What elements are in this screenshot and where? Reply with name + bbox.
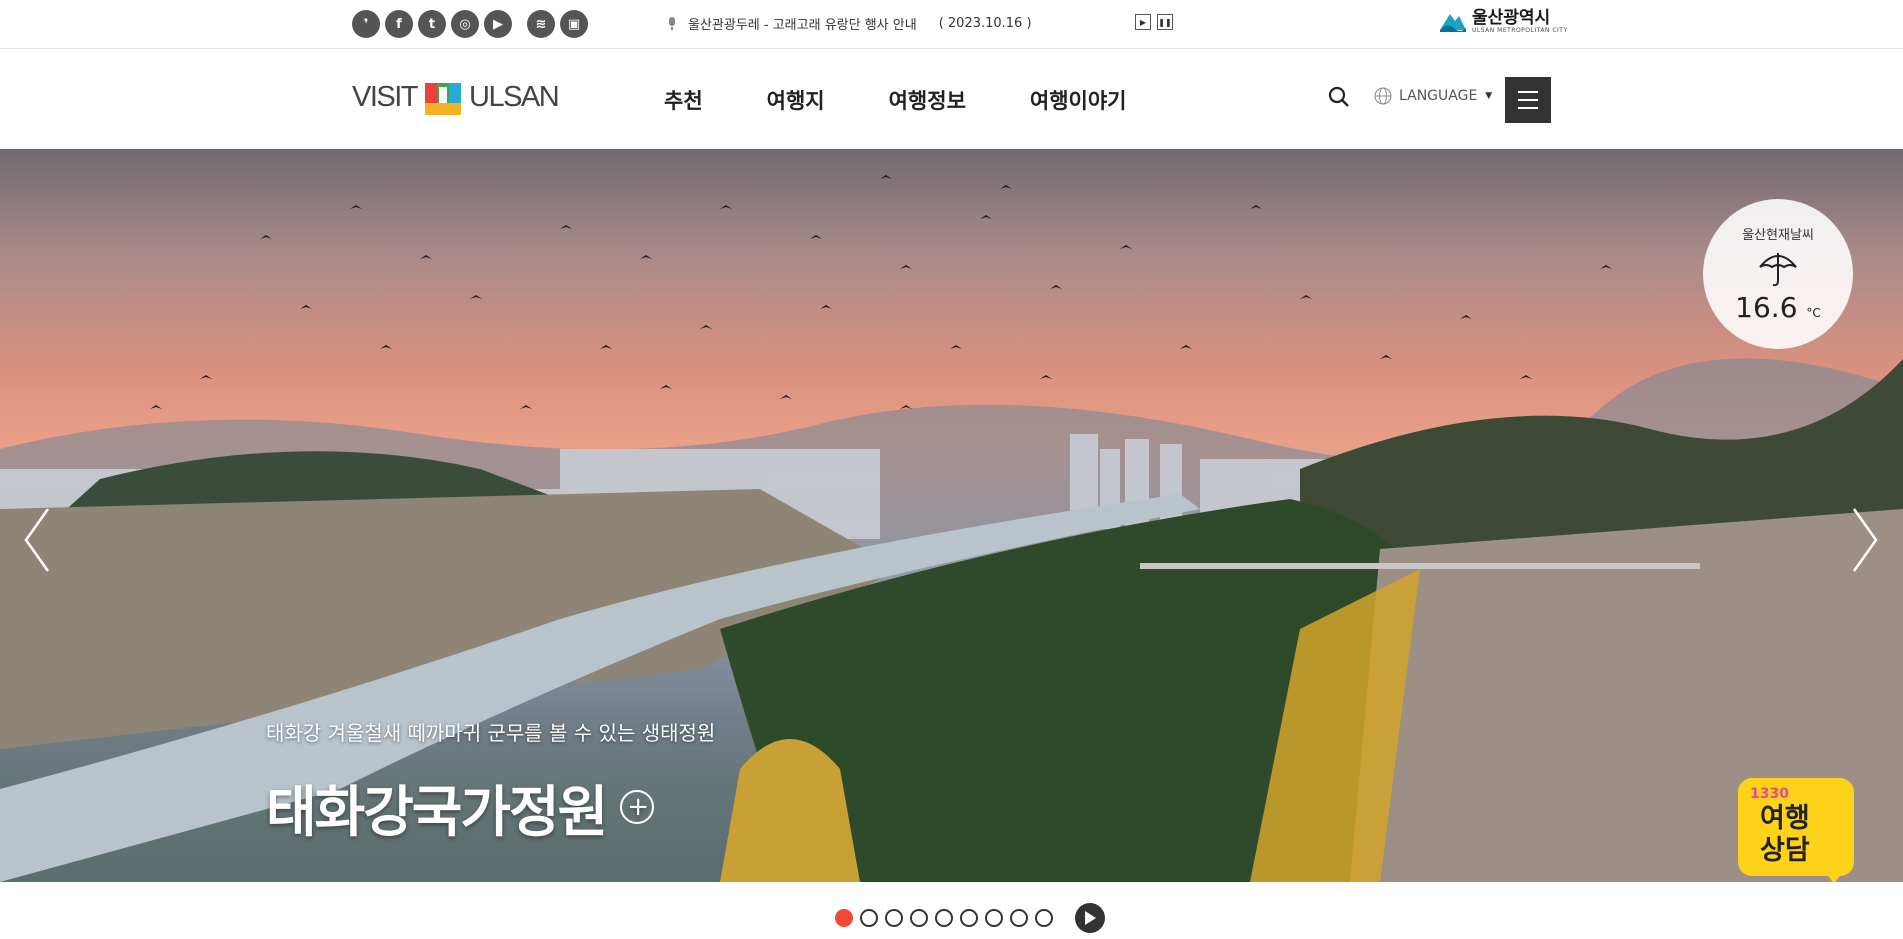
logo-u-icon [425, 83, 462, 115]
nav-item-recommend[interactable]: 추천 [664, 85, 703, 115]
hamburger-menu-button[interactable] [1505, 77, 1551, 123]
notice-text[interactable]: 울산관광두레 - 고래고래 유랑단 행사 안내 [688, 14, 917, 33]
top-utility-bar: ❜ f t ◎ ▶ ≋ ▣ 울산관광두레 - 고래고래 유랑단 행사 안내 ( … [0, 0, 1903, 49]
slide-pager [835, 903, 1105, 933]
twitter-icon[interactable]: t [418, 10, 446, 38]
sns-links: ❜ f t ◎ ▶ ≋ ▣ [352, 10, 593, 38]
slide-dot-6[interactable] [960, 909, 978, 927]
slideshow-play-button[interactable] [1075, 903, 1105, 933]
slide-dot-3[interactable] [885, 909, 903, 927]
search-icon[interactable] [1328, 86, 1350, 108]
nav-item-travel-info[interactable]: 여행정보 [889, 85, 966, 115]
slide-dot-2[interactable] [860, 909, 878, 927]
ulsan-city-logo[interactable]: 울산광역시 ULSAN METROPOLITAN CITY [1438, 8, 1568, 34]
hero-title[interactable]: 태화강국가정원 + [266, 767, 655, 847]
main-nav: 추천 여행지 여행정보 여행이야기 [664, 85, 1191, 115]
plus-circle-icon[interactable]: + [620, 790, 655, 824]
nav-item-destinations[interactable]: 여행지 [767, 85, 825, 115]
weather-label: 울산현재날씨 [1742, 228, 1814, 243]
logo-text-right: ULSAN [469, 80, 560, 113]
ticker-controls: ▶ ❚❚ [1135, 14, 1179, 30]
language-label: LANGUAGE [1399, 88, 1478, 104]
chevron-down-icon: ▼ [1485, 91, 1493, 101]
visit-ulsan-logo[interactable]: VISIT ULSAN [352, 79, 560, 115]
play-icon [1085, 911, 1096, 925]
travel-consult-button[interactable]: 1330 여행 상담 [1738, 778, 1854, 882]
city-name: 울산광역시 [1472, 7, 1551, 28]
notice-date: ( 2023.10.16 ) [938, 16, 1032, 31]
ticker-pause-button[interactable]: ❚❚ [1157, 14, 1173, 30]
hero-slider: 태화강 겨울철새 떼까마귀 군무를 볼 수 있는 생태정원 태화강국가정원 + … [0, 149, 1903, 882]
bus-icon[interactable]: ▣ [560, 10, 588, 38]
prev-slide-button[interactable] [22, 505, 52, 575]
weather-widget[interactable]: 울산현재날씨 16.6 °C [1703, 199, 1853, 349]
slide-dot-4[interactable] [910, 909, 928, 927]
logo-text-left: VISIT [352, 80, 419, 113]
consult-line-2: 상담 [1760, 835, 1810, 866]
city-name-en: ULSAN METROPOLITAN CITY [1472, 26, 1568, 34]
weather-temperature: 16.6 [1735, 291, 1798, 324]
slide-dot-7[interactable] [985, 909, 1003, 927]
slide-dot-1[interactable] [835, 909, 853, 927]
next-slide-button[interactable] [1850, 505, 1880, 575]
globe-icon [1374, 87, 1392, 105]
umbrella-icon [1759, 253, 1797, 287]
microphone-icon [669, 16, 675, 30]
blog-icon[interactable]: ❜ [352, 10, 380, 38]
hero-title-text[interactable]: 태화강국가정원 [266, 767, 608, 847]
slide-dot-5[interactable] [935, 909, 953, 927]
hero-subtitle: 태화강 겨울철새 떼까마귀 군무를 볼 수 있는 생태정원 [266, 721, 716, 745]
city-emblem-icon [1440, 14, 1466, 32]
instagram-icon[interactable]: ◎ [451, 10, 479, 38]
ticker-play-button[interactable]: ▶ [1135, 14, 1151, 30]
youtube-icon[interactable]: ▶ [484, 10, 512, 38]
slide-dot-8[interactable] [1010, 909, 1028, 927]
site-header: VISIT ULSAN 추천 여행지 여행정보 여행이야기 LANGUAGE ▼ [0, 49, 1903, 149]
slide-dot-9[interactable] [1035, 909, 1053, 927]
nav-item-travel-stories[interactable]: 여행이야기 [1030, 85, 1127, 115]
notice-ticker[interactable]: 울산관광두레 - 고래고래 유랑단 행사 안내 ( 2023.10.16 ) [666, 14, 1032, 33]
language-selector[interactable]: LANGUAGE ▼ [1374, 87, 1492, 105]
weather-unit: °C [1806, 306, 1821, 320]
wifi-icon[interactable]: ≋ [527, 10, 555, 38]
facebook-icon[interactable]: f [385, 10, 413, 38]
